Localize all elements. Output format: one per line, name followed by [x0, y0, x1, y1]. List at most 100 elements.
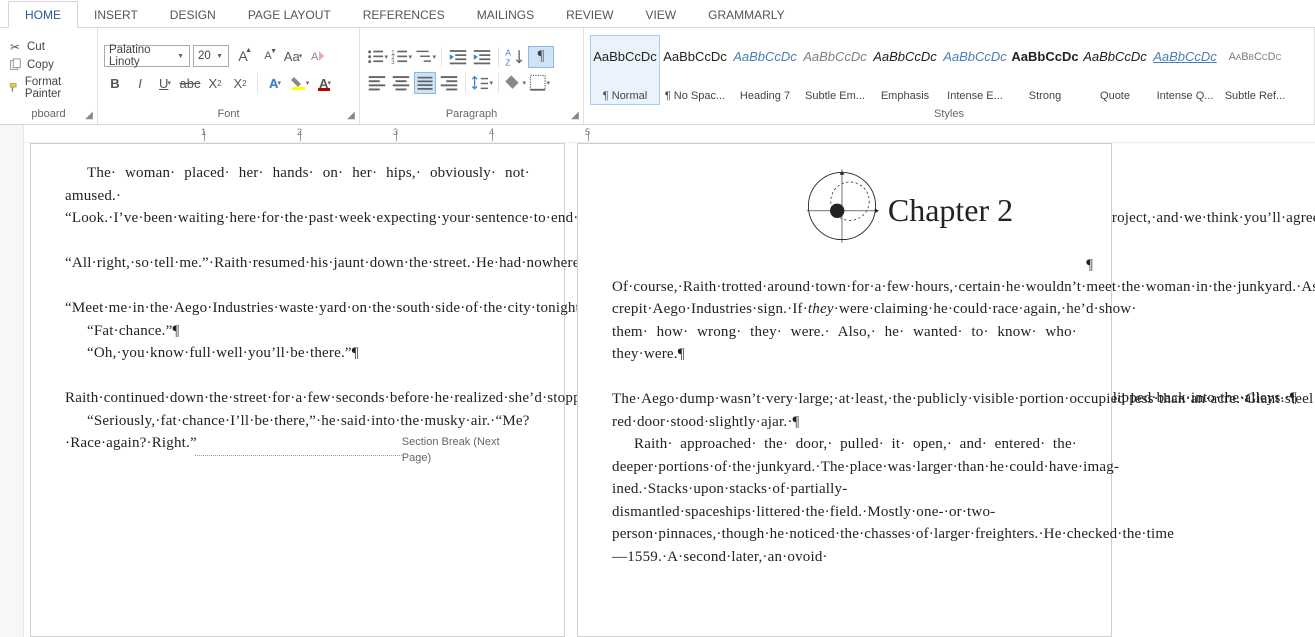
- style-tile-5[interactable]: AaBbCcDc Intense E...: [940, 35, 1010, 105]
- grow-font-button[interactable]: A▲: [232, 45, 254, 67]
- align-right-button[interactable]: [438, 72, 460, 94]
- superscript-button[interactable]: X2: [229, 72, 251, 94]
- style-tile-2[interactable]: AaBbCcDc Heading 7: [730, 35, 800, 105]
- style-tile-1[interactable]: AaBbCcDc ¶ No Spac...: [660, 35, 730, 105]
- chevron-down-icon: ▼: [213, 53, 226, 60]
- italic-button[interactable]: I: [129, 72, 151, 94]
- separator: [465, 73, 466, 93]
- shading-button[interactable]: ▾: [504, 72, 526, 94]
- borders-button[interactable]: ▾: [528, 72, 550, 94]
- font-dialog-launcher[interactable]: ◢: [345, 109, 357, 121]
- clipboard-group-label: pboard: [6, 107, 91, 122]
- line-spacing-button[interactable]: ▾: [471, 72, 493, 94]
- align-center-button[interactable]: [390, 72, 412, 94]
- tab-review[interactable]: REVIEW: [550, 2, 629, 27]
- style-preview: AaBbCcDc: [1153, 40, 1217, 74]
- tab-insert[interactable]: INSERT: [78, 2, 154, 27]
- underline-button[interactable]: U▾: [154, 72, 176, 94]
- style-name-label: Strong: [1013, 90, 1077, 102]
- align-justify-button[interactable]: [414, 72, 436, 94]
- cut-button[interactable]: ✂ Cut: [6, 38, 91, 56]
- font-name-value: Palatino Linoty: [109, 44, 174, 68]
- copy-label: Copy: [27, 59, 54, 71]
- style-tile-0[interactable]: AaBbCcDc¶ Normal: [590, 35, 660, 105]
- document-workspace: 12345 The· woman· placed· her· hands· on…: [0, 125, 1315, 637]
- group-styles: AaBbCcDc¶ NormalAaBbCcDc¶ No Spac...AaBb…: [584, 28, 1315, 124]
- align-left-button[interactable]: [366, 72, 388, 94]
- tab-view[interactable]: VIEW: [629, 2, 692, 27]
- horizontal-ruler[interactable]: 12345: [24, 125, 1315, 143]
- highlight-button[interactable]: ▾: [289, 72, 311, 94]
- separator: [257, 73, 258, 93]
- strikethrough-button[interactable]: abc: [179, 72, 201, 94]
- pages-container: The· woman· placed· her· hands· on· her·…: [24, 143, 1315, 637]
- ruler-tick: 5: [588, 125, 589, 142]
- shrink-font-button[interactable]: A▼: [257, 45, 279, 67]
- paragraph: “Oh,·you·know·full·well·you’ll·be·there.…: [65, 342, 530, 365]
- style-name-label: Intense E...: [943, 90, 1007, 102]
- numbering-button[interactable]: 123▾: [390, 46, 412, 68]
- style-name-label: Subtle Ref...: [1223, 90, 1287, 102]
- style-name-label: ¶ No Spac...: [663, 90, 727, 102]
- multilevel-list-button[interactable]: ▾: [414, 46, 436, 68]
- tab-references[interactable]: REFERENCES: [347, 2, 461, 27]
- paragraph-dialog-launcher[interactable]: ◢: [569, 109, 581, 121]
- ruler-tick: 3: [396, 125, 397, 142]
- style-tile-6[interactable]: AaBbCcDcStrong: [1010, 35, 1080, 105]
- clear-formatting-button[interactable]: A: [307, 45, 329, 67]
- paragraph: Of·course,·Raith·trotted·around·town·for…: [612, 276, 1077, 366]
- tab-page-layout[interactable]: PAGE LAYOUT: [232, 2, 347, 27]
- chapter-ornament-icon: [802, 166, 882, 254]
- tab-home[interactable]: HOME: [8, 1, 78, 28]
- font-color-button[interactable]: A▾: [314, 72, 336, 94]
- style-preview: AaBbCcDc: [943, 40, 1007, 74]
- decrease-indent-button[interactable]: [447, 46, 469, 68]
- tab-grammarly[interactable]: GRAMMARLY: [692, 2, 800, 27]
- ruler-tick: 1: [204, 125, 205, 142]
- page-right[interactable]: Chapter 2 ¶ Of·course,·Raith·trotted·aro…: [577, 143, 1112, 637]
- separator: [498, 73, 499, 93]
- sort-button[interactable]: AZ: [504, 46, 526, 68]
- styles-gallery[interactable]: AaBbCcDc¶ NormalAaBbCcDc¶ No Spac...AaBb…: [590, 35, 1308, 105]
- format-painter-label: Format Painter: [25, 76, 89, 100]
- style-name-label: Heading 7: [733, 90, 797, 102]
- paragraph: “Fat·chance.”¶: [65, 320, 530, 343]
- paragraph: The·Aego·dump·wasn’t·very·large;·at·leas…: [612, 366, 1077, 434]
- bold-button[interactable]: B: [104, 72, 126, 94]
- page-left[interactable]: The· woman· placed· her· hands· on· her·…: [30, 143, 565, 637]
- format-painter-button[interactable]: Format Painter: [6, 74, 91, 102]
- increase-indent-button[interactable]: [471, 46, 493, 68]
- style-tile-4[interactable]: AaBbCcDcEmphasis: [870, 35, 940, 105]
- ribbon: ✂ Cut Copy Format Painter pboard ◢ Palat…: [0, 28, 1315, 125]
- bullets-button[interactable]: ▾: [366, 46, 388, 68]
- style-preview: AaBbCcDc: [593, 40, 657, 74]
- text-effects-button[interactable]: A▾: [264, 72, 286, 94]
- font-name-select[interactable]: Palatino Linoty▼: [104, 45, 190, 67]
- svg-text:Z: Z: [505, 58, 510, 67]
- style-preview: AaBbCcDc: [733, 40, 797, 74]
- style-preview: AaBbCcDc: [663, 40, 727, 74]
- vertical-ruler[interactable]: [0, 125, 24, 637]
- show-hide-button[interactable]: ¶: [528, 46, 554, 68]
- style-tile-8[interactable]: AaBbCcDcIntense Q...: [1150, 35, 1220, 105]
- subscript-button[interactable]: X2: [204, 72, 226, 94]
- style-name-label: Emphasis: [873, 90, 937, 102]
- style-tile-3[interactable]: AaBbCcDcSubtle Em...: [800, 35, 870, 105]
- separator: [498, 47, 499, 67]
- copy-button[interactable]: Copy: [6, 56, 91, 74]
- style-name-label: Subtle Em...: [803, 90, 867, 102]
- font-size-select[interactable]: 20▼: [193, 45, 229, 67]
- tab-mailings[interactable]: MAILINGS: [461, 2, 550, 27]
- cut-label: Cut: [27, 41, 45, 53]
- style-tile-9[interactable]: AaBbCcDcSubtle Ref...: [1220, 35, 1290, 105]
- tab-design[interactable]: DESIGN: [154, 2, 232, 27]
- paragraph: “All·right,·so·tell·me.”·Raith·resumed·h…: [65, 230, 530, 275]
- group-font: Palatino Linoty▼ 20▼ A▲ A▼ Aa▾ A B I U▾ …: [98, 28, 360, 124]
- change-case-button[interactable]: Aa▾: [282, 45, 304, 67]
- style-preview: AaBbCcDc: [1083, 40, 1147, 74]
- paragraph: “Meet·me·in·the·Aego·Industries·waste·ya…: [65, 275, 530, 320]
- font-group-label: Font: [104, 107, 353, 122]
- chapter-title: Chapter 2: [888, 186, 1013, 234]
- style-tile-7[interactable]: AaBbCcDcQuote: [1080, 35, 1150, 105]
- clipboard-dialog-launcher[interactable]: ◢: [83, 109, 95, 121]
